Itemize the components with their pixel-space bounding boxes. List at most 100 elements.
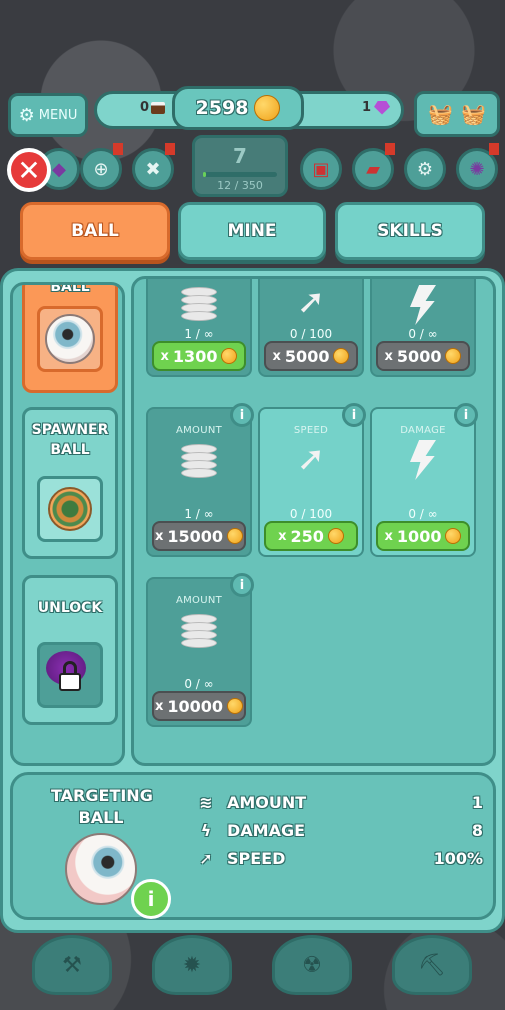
- sidebar-item-ball[interactable]: BALL: [22, 282, 118, 393]
- speed-arrow-icon: ➚: [296, 282, 326, 322]
- coins-stack-icon: [181, 287, 217, 327]
- nav-pickaxe-button[interactable]: ⛏: [392, 935, 472, 995]
- buy-button[interactable]: x 5000: [264, 341, 358, 371]
- basket-icon: 🧺: [461, 102, 486, 126]
- tab-mine[interactable]: MINE: [178, 202, 326, 260]
- upgrade-card-damage: i DAMAGE 0 / ∞ x 1000: [370, 403, 478, 557]
- spawner-ball-icon: [48, 487, 92, 531]
- eyeball-icon: [45, 314, 95, 364]
- book-icon: ▰: [366, 158, 380, 180]
- level-number: 7: [233, 144, 247, 168]
- coins-stack-icon: [181, 444, 217, 484]
- buy-button[interactable]: x 1300: [152, 341, 246, 371]
- upgrade-caption: AMOUNT: [175, 425, 223, 436]
- upgrade-card-amount: 1 / ∞ x 1300: [146, 279, 252, 377]
- coins-stack-icon: [181, 614, 217, 654]
- lightning-icon: [410, 285, 436, 325]
- upgrade-card-amount: i AMOUNT 0 / ∞ x 10000: [146, 573, 254, 727]
- buy-button[interactable]: x 250: [264, 521, 358, 551]
- close-button[interactable]: ✕: [7, 148, 51, 192]
- ball-icon: ✹: [182, 952, 202, 978]
- chest-button[interactable]: ▣: [300, 148, 342, 190]
- upgrade-progress: 1 / ∞: [184, 507, 214, 521]
- settings-button[interactable]: ⚙: [404, 148, 446, 190]
- upgrade-caption: SPEED: [293, 425, 329, 436]
- upgrade-progress: 0 / ∞: [408, 327, 438, 341]
- upgrade-progress: 0 / 100: [289, 507, 333, 521]
- lock-icon: [59, 661, 81, 691]
- sidebar-item-unlock[interactable]: UNLOCK: [22, 575, 118, 725]
- flag-icon: [165, 143, 175, 155]
- upgrade-grid: 1 / ∞ x 1300 ➚ 0 / 100 x 5000 0 / ∞ x 5000 …: [131, 276, 496, 766]
- buy-button[interactable]: x 1000: [376, 521, 470, 551]
- speed-arrow-icon: ➚: [199, 849, 213, 868]
- level-progress-bar: [203, 172, 277, 177]
- stat-row-amount: ≋ AMOUNT 1: [193, 793, 483, 812]
- ball-info-button[interactable]: i: [131, 879, 171, 919]
- monster-button[interactable]: ✺: [456, 143, 499, 190]
- info-button[interactable]: i: [342, 403, 366, 427]
- radiation-icon: ☢: [302, 952, 322, 978]
- flag-icon: [113, 143, 123, 155]
- sidebar-item-label: SPAWNER BALL: [31, 422, 109, 458]
- selected-ball-info: TARGETING BALL i ≋ AMOUNT 1 ϟ DAMAGE 8 ➚…: [10, 772, 496, 920]
- gem-icon: [374, 100, 391, 115]
- ball-type-sidebar[interactable]: BALL SPAWNER BALL UNLOCK: [10, 282, 125, 766]
- monster-icon: ✺: [469, 158, 485, 180]
- coin-icon: [327, 528, 344, 544]
- gold-counter: 2598: [172, 86, 304, 130]
- stat-row-damage: ϟ DAMAGE 8: [193, 821, 483, 840]
- upgrade-card-speed: ➚ 0 / 100 x 5000: [258, 279, 364, 377]
- upgrade-progress: 1 / ∞: [184, 327, 214, 341]
- crossed-tools-icon: ✖: [145, 158, 161, 180]
- cake-icon: [151, 101, 166, 114]
- menu-button[interactable]: ⚙ MENU: [8, 93, 88, 137]
- upgrade-card-speed: i SPEED ➚ 0 / 100 x 250: [258, 403, 366, 557]
- spawner-ball-thumbnail: [37, 476, 103, 542]
- selected-ball-name: TARGETING BALL: [51, 786, 153, 827]
- nav-radiation-button[interactable]: ☢: [272, 935, 352, 995]
- info-button[interactable]: i: [230, 573, 254, 597]
- pickaxe-icon: ⛏: [418, 952, 446, 978]
- target-icon: ⊕: [93, 158, 109, 180]
- shop-button[interactable]: 🧺 🧺: [414, 91, 500, 137]
- dumbbell-icon: ⚒: [62, 952, 82, 978]
- flag-icon: [385, 143, 395, 155]
- nav-dumbbell-button[interactable]: ⚒: [32, 935, 112, 995]
- lightning-icon: [410, 440, 436, 480]
- speed-arrow-icon: ➚: [296, 439, 326, 479]
- chest-icon: ▣: [312, 158, 330, 180]
- sidebar-item-label: UNLOCK: [37, 600, 103, 616]
- target-button[interactable]: ⊕: [80, 143, 123, 190]
- coin-icon: [445, 528, 462, 544]
- level-indicator: 7 12 / 350: [192, 135, 288, 197]
- tools-button[interactable]: ✖: [132, 143, 175, 190]
- upgrade-caption: DAMAGE: [400, 425, 446, 436]
- upgrade-caption: AMOUNT: [175, 595, 223, 606]
- coin-icon: [254, 95, 281, 121]
- targeting-ball-icon: [65, 833, 137, 905]
- basket-icon: 🧺: [428, 102, 453, 126]
- gem-counter: 1: [362, 100, 391, 115]
- tab-skills[interactable]: SKILLS: [335, 202, 485, 260]
- buy-button[interactable]: x 5000: [376, 341, 470, 371]
- tab-ball[interactable]: BALL: [20, 202, 170, 260]
- book-button[interactable]: ▰: [352, 143, 395, 190]
- sidebar-item-label: BALL: [50, 282, 90, 294]
- ball-thumbnail: [37, 306, 103, 372]
- upgrade-progress: 0 / ∞: [184, 677, 214, 691]
- nav-ball-button[interactable]: ✹: [152, 935, 232, 995]
- sidebar-item-spawner-ball[interactable]: SPAWNER BALL: [22, 407, 118, 559]
- gear-icon: ⚙: [416, 158, 434, 180]
- upgrade-progress: 0 / 100: [289, 327, 333, 341]
- buy-button[interactable]: x 15000: [152, 521, 246, 551]
- flag-icon: [489, 143, 499, 155]
- info-button[interactable]: i: [230, 403, 254, 427]
- buy-button[interactable]: x 10000: [152, 691, 246, 721]
- close-icon: ✕: [17, 153, 41, 187]
- stat-row-speed: ➚ SPEED 100%: [193, 849, 483, 868]
- info-button[interactable]: i: [454, 403, 478, 427]
- upgrade-card-damage: 0 / ∞ x 5000: [370, 279, 476, 377]
- coin-icon: [227, 528, 244, 544]
- gear-icon: ⚙: [18, 104, 35, 126]
